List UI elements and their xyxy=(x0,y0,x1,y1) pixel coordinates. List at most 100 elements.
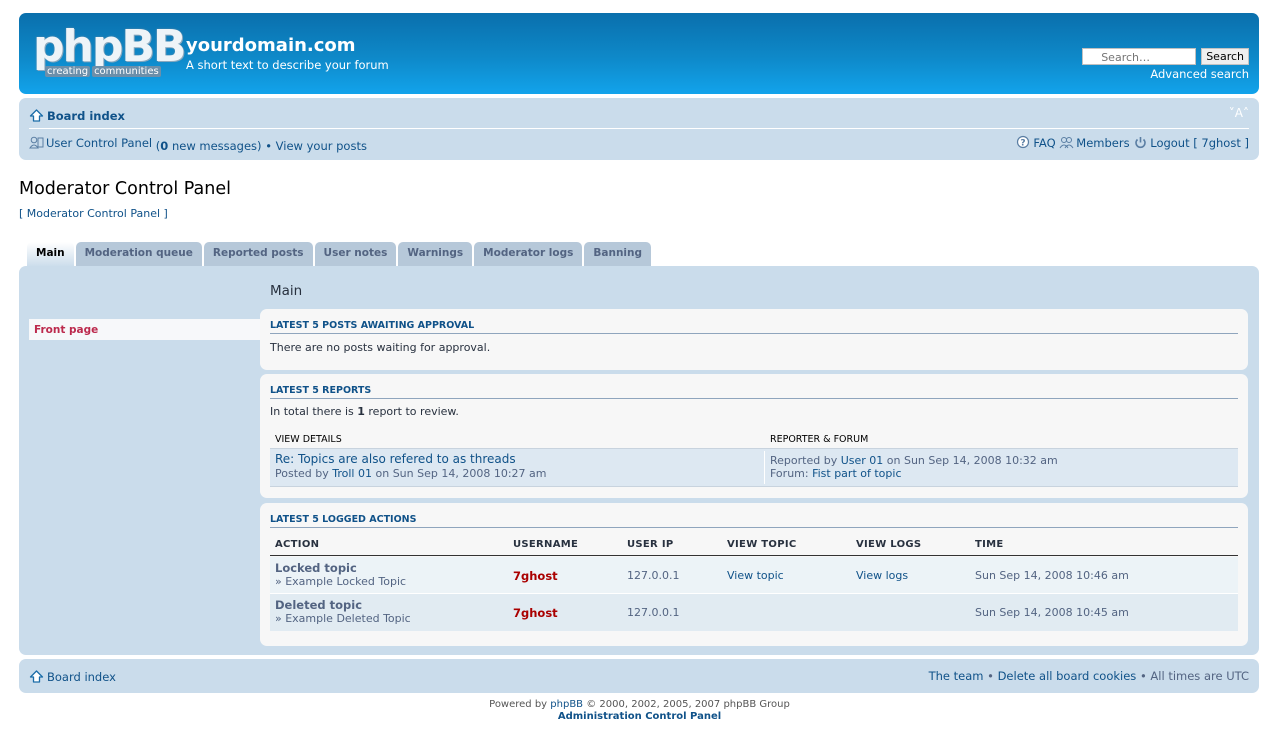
separator: • xyxy=(1136,669,1151,683)
reporter-link[interactable]: User 01 xyxy=(841,454,884,467)
copyright: Powered by phpBB © 2000, 2002, 2005, 200… xyxy=(0,699,1279,723)
home-icon xyxy=(29,109,44,122)
reported-by-line: Reported by User 01 on Sun Sep 14, 2008 … xyxy=(770,454,1058,467)
report-row: Re: Topics are also refered to as thread… xyxy=(270,449,1238,487)
reported-on: on Sun Sep 14, 2008 10:32 am xyxy=(883,454,1058,467)
log-action-detail: » Example Locked Topic xyxy=(275,575,407,588)
log-row: Locked topic» Example Locked Topic 7ghos… xyxy=(270,557,1238,594)
report-count: 1 xyxy=(357,405,365,418)
page-crumb-link[interactable]: [ Moderator Control Panel ] xyxy=(19,207,168,220)
acp-link[interactable]: Administration Control Panel xyxy=(0,711,1279,723)
page-title: Moderator Control Panel xyxy=(19,179,231,199)
report-posted-by: Posted by Troll 01 on Sun Sep 14, 2008 1… xyxy=(275,467,546,480)
ucp-item: User Control Panel xyxy=(29,135,152,150)
delete-cookies-link[interactable]: Delete all board cookies xyxy=(998,669,1137,683)
home-icon xyxy=(29,670,44,683)
approval-message: There are no posts waiting for approval. xyxy=(270,341,491,354)
forum-link[interactable]: Fist part of topic xyxy=(812,467,901,480)
navbar: Board index ˅A˄ User Control Panel (0 ne… xyxy=(19,98,1259,160)
tab-banning[interactable]: Banning xyxy=(584,242,652,267)
tab-user-notes[interactable]: User notes xyxy=(314,242,397,267)
col-username: USERNAME xyxy=(513,539,579,550)
view-posts-link[interactable]: View your posts xyxy=(276,139,367,153)
logs-title: Latest 5 logged actions xyxy=(270,514,1238,528)
col-action: ACTION xyxy=(275,539,320,550)
header-bar: phpBB creating communities yourdomain.com… xyxy=(19,13,1259,94)
nav-user-links: User Control Panel (0 new messages) • Vi… xyxy=(29,135,1249,153)
reports-title: Latest 5 reports xyxy=(270,385,1238,399)
phpbb-link[interactable]: phpBB xyxy=(550,699,583,710)
summary-post: report to review. xyxy=(364,405,459,418)
team-link[interactable]: The team xyxy=(929,669,984,683)
log-action-title: Deleted topic xyxy=(275,598,363,612)
log-time: Sun Sep 14, 2008 10:45 am xyxy=(975,606,1129,619)
reports-header: VIEW DETAILS REPORTER & FORUM xyxy=(270,433,1238,449)
logo-tag-2: communities xyxy=(92,66,161,77)
logo-tagline: creating communities xyxy=(45,66,163,77)
search-field-wrap xyxy=(1082,48,1197,65)
log-view-logs-link[interactable]: View logs xyxy=(856,569,908,582)
faq-link[interactable]: ? FAQ xyxy=(1016,135,1056,150)
tab-moderation-queue[interactable]: Moderation queue xyxy=(75,242,202,267)
logout-link[interactable]: Logout [ 7ghost ] xyxy=(1133,135,1249,150)
poster-link[interactable]: Troll 01 xyxy=(332,467,372,480)
log-username[interactable]: 7ghost xyxy=(513,606,558,620)
main-heading: Main xyxy=(270,283,303,299)
footer-links: The team • Delete all board cookies • Al… xyxy=(929,669,1249,683)
log-time: Sun Sep 14, 2008 10:46 am xyxy=(975,569,1129,582)
col-reporter-forum: REPORTER & FORUM xyxy=(770,434,869,445)
nav-breadcrumbs: Board index ˅A˄ xyxy=(29,106,1249,129)
summary-pre: In total there is xyxy=(270,405,358,418)
logo-text: phpBB xyxy=(33,21,186,72)
log-action-detail: » Example Deleted Topic xyxy=(275,612,411,625)
faq-label: FAQ xyxy=(1033,135,1056,150)
logs-header: ACTION USERNAME USER IP VIEW TOPIC VIEW … xyxy=(270,536,1238,556)
svg-text:?: ? xyxy=(1021,139,1026,149)
ucp-link[interactable]: User Control Panel xyxy=(46,136,152,150)
powered-post: © 2000, 2002, 2005, 2007 phpBB Group xyxy=(583,699,790,710)
board-index-link[interactable]: Board index xyxy=(29,108,125,123)
power-icon xyxy=(1135,137,1147,149)
mcp-tabs: Main Moderation queue Reported posts Use… xyxy=(27,242,652,267)
log-action: Deleted topic» Example Deleted Topic xyxy=(275,598,411,625)
log-action: Locked topic» Example Locked Topic xyxy=(275,561,406,588)
forum-pre: Forum: xyxy=(770,467,813,480)
tab-warnings[interactable]: Warnings xyxy=(398,242,473,267)
user-card-icon xyxy=(29,136,44,149)
footer-board-index-link[interactable]: Board index xyxy=(29,669,116,684)
advanced-search-link[interactable]: Advanced search xyxy=(1150,67,1249,81)
search-input[interactable] xyxy=(1082,48,1197,65)
forum-line: Forum: Fist part of topic xyxy=(770,467,1058,480)
tab-reported-posts[interactable]: Reported posts xyxy=(203,242,313,267)
reported-pre: Reported by xyxy=(770,454,841,467)
members-link[interactable]: Members xyxy=(1059,135,1130,150)
log-view-topic-link[interactable]: View topic xyxy=(727,569,784,582)
board-index-label: Board index xyxy=(47,108,125,123)
col-view-details: VIEW DETAILS xyxy=(275,434,342,445)
sidebar-item-front-page[interactable]: Front page xyxy=(29,319,261,340)
reports-box: Latest 5 reports In total there is 1 rep… xyxy=(260,374,1248,498)
col-time: TIME xyxy=(975,539,1004,550)
reports-summary: In total there is 1 report to review. xyxy=(270,405,459,418)
report-post-link[interactable]: Re: Topics are also refered to as thread… xyxy=(275,452,546,466)
separator: • xyxy=(261,139,276,153)
faq-icon: ? xyxy=(1017,135,1030,149)
posted-on: on Sun Sep 14, 2008 10:27 am xyxy=(372,467,547,480)
phpbb-logo[interactable]: phpBB creating communities xyxy=(33,21,186,79)
footer-board-index-label: Board index xyxy=(47,669,116,684)
log-ip: 127.0.0.1 xyxy=(627,606,680,619)
log-username[interactable]: 7ghost xyxy=(513,569,558,583)
nav-left: User Control Panel (0 new messages) • Vi… xyxy=(29,135,367,153)
search-button[interactable]: Search xyxy=(1201,48,1249,65)
log-row: Deleted topic» Example Deleted Topic 7gh… xyxy=(270,594,1238,631)
logo-tag-1: creating xyxy=(45,66,91,77)
tab-moderator-logs[interactable]: Moderator logs xyxy=(474,242,583,267)
font-size-control[interactable]: ˅A˄ xyxy=(1229,106,1249,120)
col-view-logs: VIEW LOGS xyxy=(856,539,922,550)
mcp-panel: Front page Main Latest 5 posts awaiting … xyxy=(19,266,1259,655)
timezone-text: All times are UTC xyxy=(1150,669,1249,683)
new-messages-link[interactable]: 0 new messages) xyxy=(160,139,261,153)
separator: • xyxy=(983,669,998,683)
report-reporter: Reported by User 01 on Sun Sep 14, 2008 … xyxy=(764,451,1058,484)
tab-main[interactable]: Main xyxy=(27,242,74,267)
